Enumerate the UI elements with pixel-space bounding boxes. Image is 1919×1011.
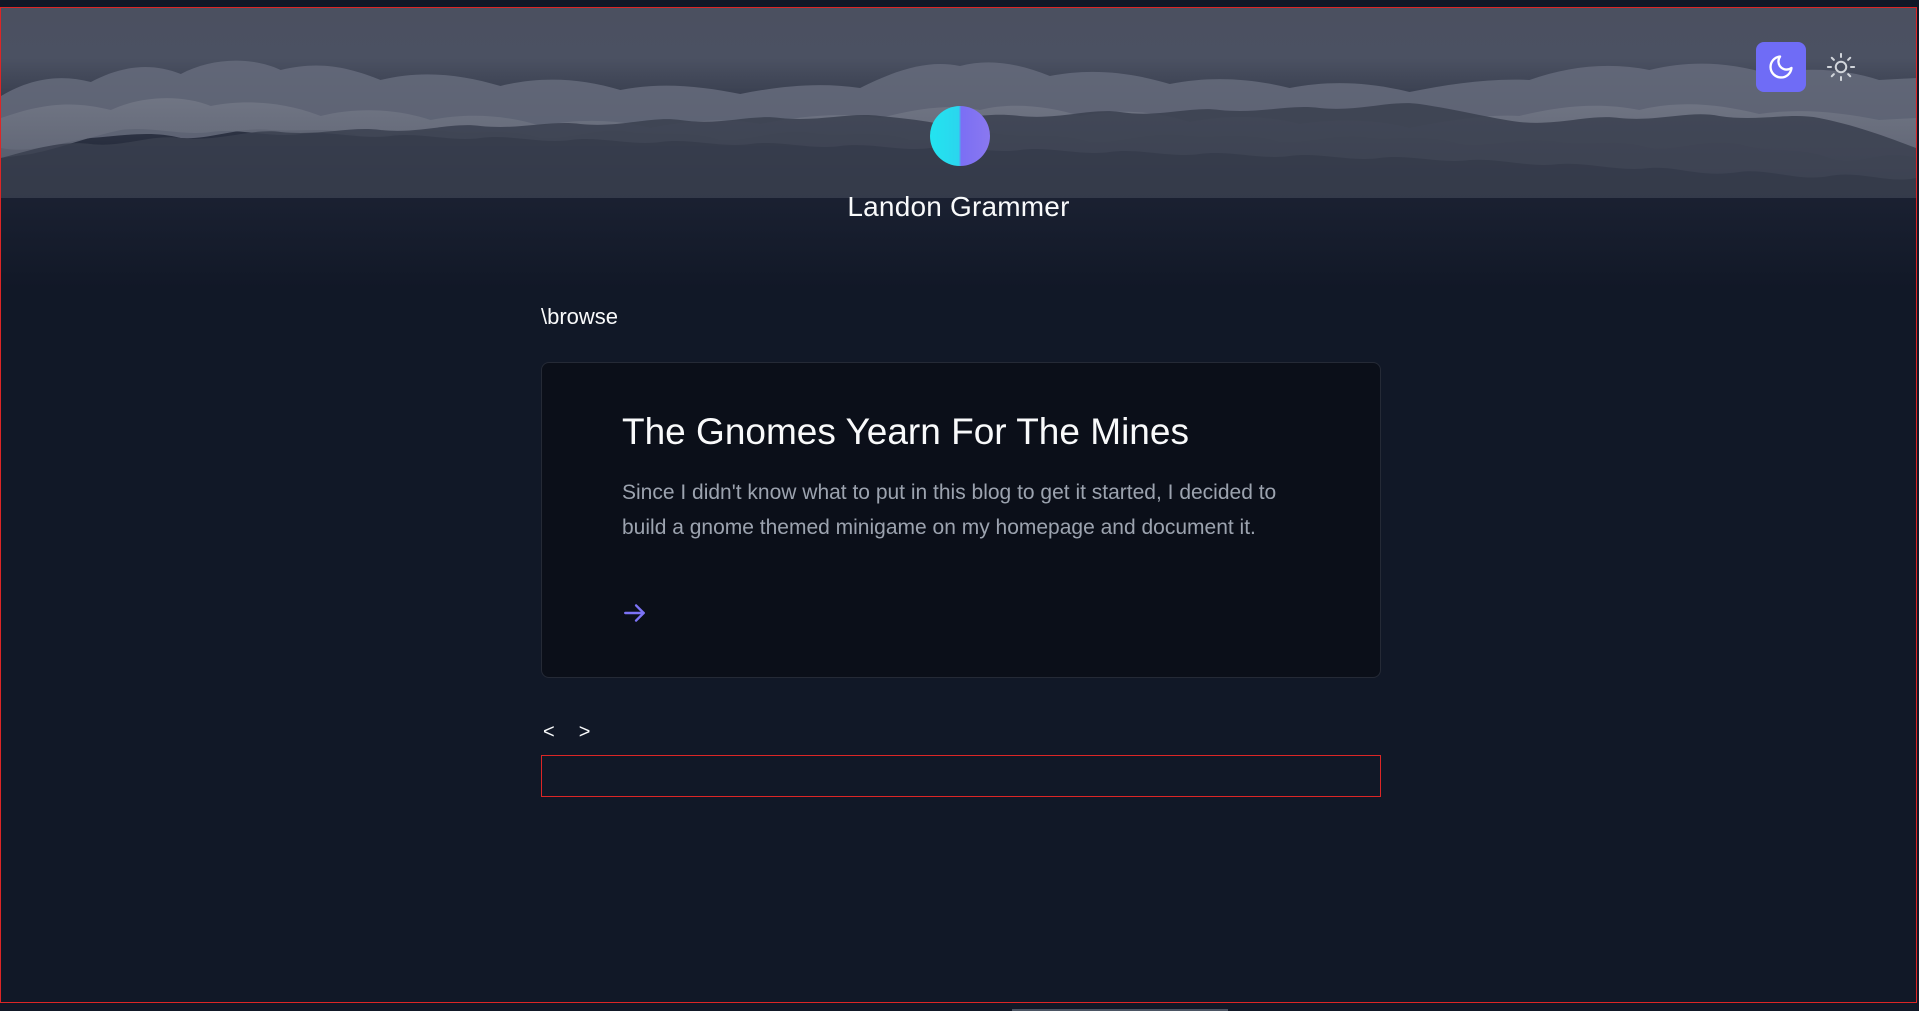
dark-mode-button[interactable] bbox=[1756, 42, 1806, 92]
moon-icon bbox=[1769, 55, 1793, 79]
prev-page-button[interactable]: < bbox=[541, 721, 557, 744]
section-label: \browse bbox=[541, 304, 619, 329]
theme-toggle bbox=[1756, 42, 1866, 92]
pagination: < > bbox=[541, 721, 592, 744]
site-name[interactable]: Landon Grammer bbox=[1, 191, 1916, 223]
page-frame: Landon Grammer \browse The Gnomes Yearn … bbox=[0, 7, 1917, 1003]
avatar[interactable] bbox=[930, 106, 990, 166]
post-title[interactable]: The Gnomes Yearn For The Mines bbox=[622, 411, 1189, 453]
outlined-container bbox=[541, 755, 1381, 797]
post-description: Since I didn't know what to put in this … bbox=[622, 481, 1277, 539]
arrow-right-icon[interactable] bbox=[622, 600, 648, 626]
mountain-clouds-illustration bbox=[1, 60, 1916, 198]
light-mode-button[interactable] bbox=[1816, 42, 1866, 92]
post-card[interactable]: The Gnomes Yearn For The Mines Since I d… bbox=[541, 362, 1381, 678]
next-page-button[interactable]: > bbox=[577, 721, 593, 744]
sun-icon bbox=[1826, 52, 1856, 82]
